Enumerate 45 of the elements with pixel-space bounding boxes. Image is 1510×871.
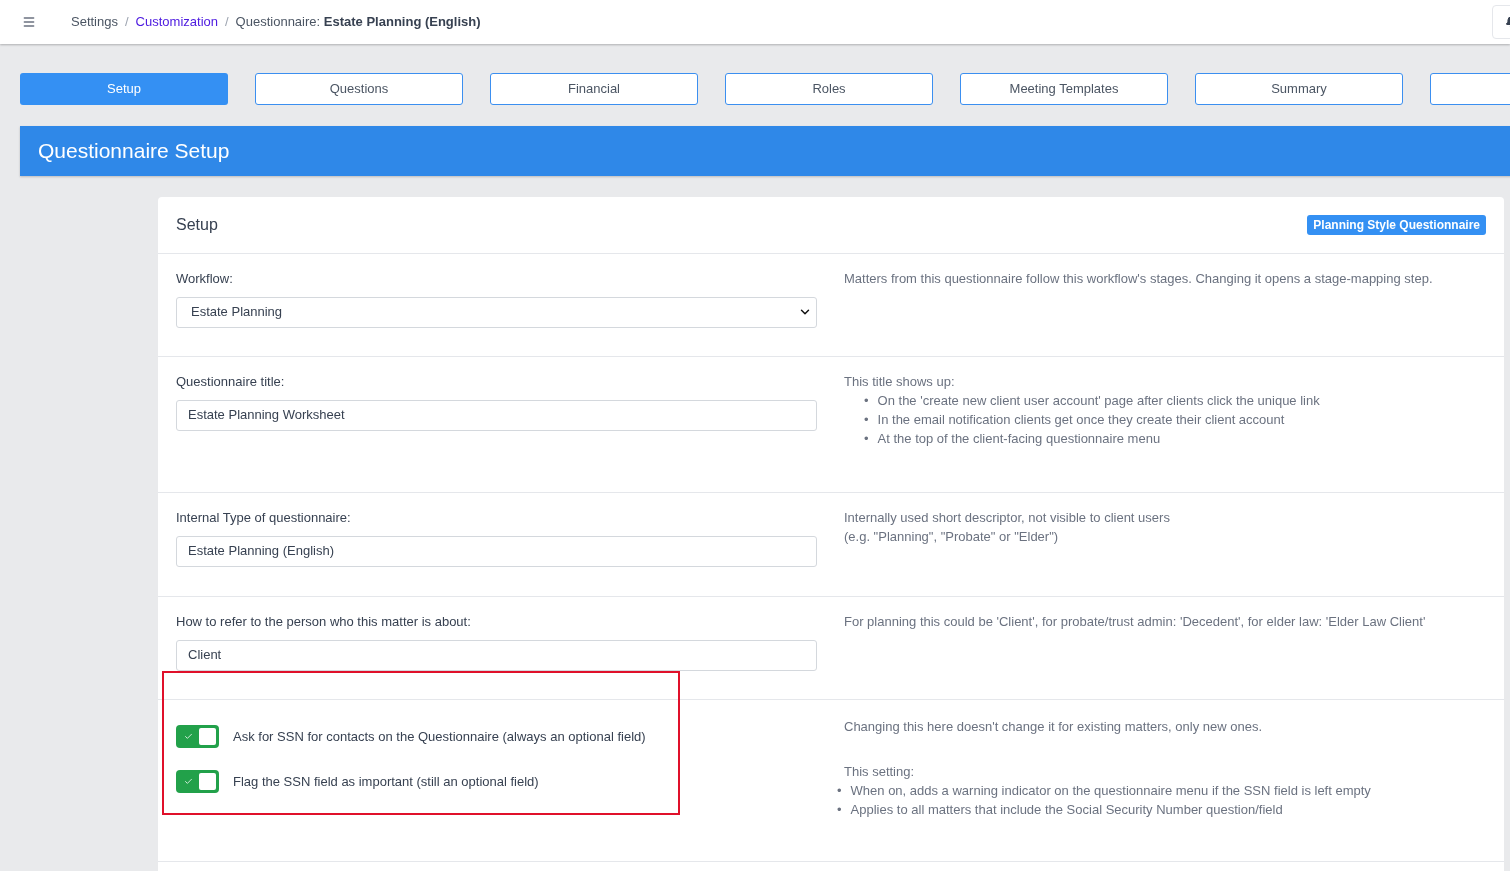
help-text: This setting: <box>844 763 916 781</box>
help-text: (e.g. "Planning", "Probate" or "Elder") <box>844 528 1060 546</box>
bullet-marker: • <box>864 411 869 429</box>
menu-icon[interactable] <box>22 15 36 29</box>
bullet-marker: • <box>837 782 842 800</box>
breadcrumb-item: Settings <box>71 13 118 32</box>
help-list-item: When on, adds a warning indicator on the questionnaire menu if the SSN field is left empty <box>850 782 1371 800</box>
breadcrumb-current: Questionnaire: Estate Planning (English) <box>235 13 481 32</box>
tab[interactable]: Questions <box>255 73 463 105</box>
bullet-marker: • <box>864 392 869 410</box>
help-list-item: At the top of the client-facing questionnaire menu <box>877 430 1161 448</box>
help-list-item: On the 'create new client user account' page after clients click the unique link <box>877 392 1320 410</box>
check-icon <box>184 777 193 786</box>
help-list-item: In the email notification clients get once they create their client account <box>877 411 1285 429</box>
toggle-switch[interactable] <box>176 770 219 793</box>
help-text: This title shows up: <box>844 373 956 391</box>
tab[interactable]: Roles <box>725 73 933 105</box>
text-field[interactable]: Estate Planning (English) <box>176 535 817 567</box>
style-badge: Planning Style Questionnaire <box>1307 215 1486 235</box>
workflow-select[interactable]: Estate Planning <box>176 296 817 328</box>
check-icon <box>184 732 193 741</box>
toggle-label: Flag the SSN field as important (still an optional field) <box>233 772 539 791</box>
card-title: Setup <box>176 215 218 235</box>
field-label: How to refer to the person who this matter is about: <box>176 613 472 631</box>
help-list-item: Applies to all matters that include the Social Security Number question/field <box>850 801 1283 819</box>
text-field[interactable]: Client <box>176 639 817 671</box>
bullet-marker: • <box>864 430 869 448</box>
toggle-switch[interactable] <box>176 725 219 748</box>
breadcrumb-link[interactable]: Customization <box>135 12 218 32</box>
field-label: Questionnaire title: <box>176 373 286 391</box>
tab[interactable]: Financial <box>490 73 698 105</box>
banner-title: Questionnaire Setup <box>38 138 230 165</box>
tab[interactable]: Summary <box>1195 73 1403 105</box>
breadcrumb-separator: / <box>225 13 229 32</box>
field-label: Internal Type of questionnaire: <box>176 509 352 527</box>
toggle-label: Ask for SSN for contacts on the Questionnaire (always an optional field) <box>233 727 646 746</box>
help-text: Changing this here doesn't change it for existing matters, only new ones. <box>844 718 1263 736</box>
field-label: Workflow: <box>176 270 234 288</box>
breadcrumb-separator: / <box>125 13 129 32</box>
help-text: Matters from this questionnaire follow this workflow's stages. Changing it opens a stage-mapping step. <box>844 270 1434 288</box>
help-text: For planning this could be 'Client', for probate/trust admin: 'Decedent', for elder law: 'Elder Law Client' <box>844 613 1427 631</box>
bullet-marker: • <box>837 801 842 819</box>
text-field[interactable]: Estate Planning Worksheet <box>176 399 817 431</box>
help-text: Internally used short descriptor, not visible to client users <box>844 509 1171 527</box>
tab[interactable]: Meeting Templates <box>960 73 1168 105</box>
